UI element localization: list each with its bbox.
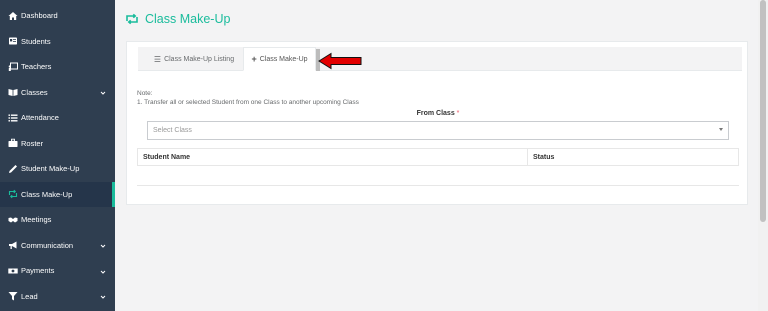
sidebar-item-class-make-up[interactable]: Class Make-Up xyxy=(0,181,115,207)
from-class-label-text: From Class xyxy=(416,110,455,117)
filter-icon xyxy=(7,291,18,302)
tab-class-make-up-listing[interactable]: ☰ Class Make-Up Listing xyxy=(146,47,242,71)
sidebar-item-student-make-up[interactable]: Student Make-Up xyxy=(0,156,115,182)
sidebar-item-label: Attendance xyxy=(21,113,59,123)
sidebar-item-students[interactable]: Students xyxy=(0,29,115,55)
page-title-text: Class Make-Up xyxy=(145,12,231,26)
select-placeholder: Select Class xyxy=(153,127,192,134)
money-icon xyxy=(7,265,18,276)
content-panel: ☰ Class Make-Up Listing + Class Make-Up … xyxy=(126,41,748,205)
sidebar-item-classes[interactable]: Classes xyxy=(0,80,115,106)
plus-icon: + xyxy=(251,54,257,64)
from-class-label: From Class * xyxy=(127,110,749,117)
sidebar-item-attendance[interactable]: Attendance xyxy=(0,105,115,131)
presentation-icon xyxy=(7,61,18,72)
sidebar-item-label: Lead xyxy=(21,291,38,301)
pencil-icon xyxy=(7,163,18,174)
sidebar-item-communication[interactable]: Communication xyxy=(0,233,115,259)
chevron-down-icon xyxy=(100,293,106,299)
chevron-down-icon xyxy=(100,242,106,248)
tab-label: Class Make-Up Listing xyxy=(164,55,235,63)
book-icon xyxy=(7,87,18,98)
sidebar-item-label: Classes xyxy=(21,87,48,97)
bullhorn-icon xyxy=(7,240,18,251)
sidebar: Dashboard Students Teachers Classes Atte… xyxy=(0,0,115,311)
required-mark: * xyxy=(456,110,460,117)
page-title: Class Make-Up xyxy=(125,12,230,26)
briefcase-icon xyxy=(7,138,18,149)
handshake-icon xyxy=(7,214,18,225)
caret-down-icon xyxy=(719,128,723,131)
sidebar-item-label: Teachers xyxy=(21,62,52,72)
note-heading: Note: xyxy=(137,90,153,97)
list-icon: ☰ xyxy=(153,54,162,64)
table-divider xyxy=(137,185,739,186)
sidebar-item-meetings[interactable]: Meetings xyxy=(0,207,115,233)
scrollbar-thumb[interactable] xyxy=(760,0,766,222)
retweet-icon xyxy=(126,13,138,25)
id-card-icon xyxy=(7,36,18,47)
retweet-icon xyxy=(7,189,18,200)
sidebar-item-label: Class Make-Up xyxy=(21,189,73,199)
red-arrow-annotation xyxy=(318,52,362,70)
sidebar-item-label: Payments xyxy=(21,266,55,276)
sidebar-item-payments[interactable]: Payments xyxy=(0,258,115,284)
column-header-status[interactable]: Status xyxy=(528,149,738,165)
sidebar-item-label: Communication xyxy=(21,240,74,250)
main-content: Class Make-Up ☰ Class Make-Up Listing + … xyxy=(115,0,758,311)
sidebar-item-dashboard[interactable]: Dashboard xyxy=(0,3,115,29)
chevron-down-icon xyxy=(100,268,106,274)
sidebar-item-label: Roster xyxy=(21,138,44,148)
sidebar-item-label: Students xyxy=(21,36,51,46)
chevron-down-icon xyxy=(100,89,106,95)
tab-bar: ☰ Class Make-Up Listing + Class Make-Up xyxy=(138,47,742,71)
sidebar-item-label: Meetings xyxy=(21,215,52,225)
tab-label: Class Make-Up xyxy=(259,55,308,63)
column-header-student-name[interactable]: Student Name xyxy=(138,149,528,165)
sidebar-item-label: Dashboard xyxy=(21,11,58,21)
students-table-header: Student Name Status xyxy=(137,148,739,166)
note-line: 1. Transfer all or selected Student from… xyxy=(137,99,359,106)
home-icon xyxy=(7,10,18,21)
list-icon xyxy=(7,112,18,123)
scrollbar[interactable] xyxy=(758,0,768,311)
from-class-select[interactable]: Select Class xyxy=(147,121,729,140)
note-text: Note: 1. Transfer all or selected Studen… xyxy=(137,89,359,107)
sidebar-item-label: Student Make-Up xyxy=(21,164,80,174)
tab-class-make-up[interactable]: + Class Make-Up xyxy=(243,47,316,71)
sidebar-item-lead[interactable]: Lead xyxy=(0,284,115,310)
sidebar-item-teachers[interactable]: Teachers xyxy=(0,54,115,80)
sidebar-nav: Dashboard Students Teachers Classes Atte… xyxy=(0,0,115,309)
sidebar-item-roster[interactable]: Roster xyxy=(0,131,115,157)
